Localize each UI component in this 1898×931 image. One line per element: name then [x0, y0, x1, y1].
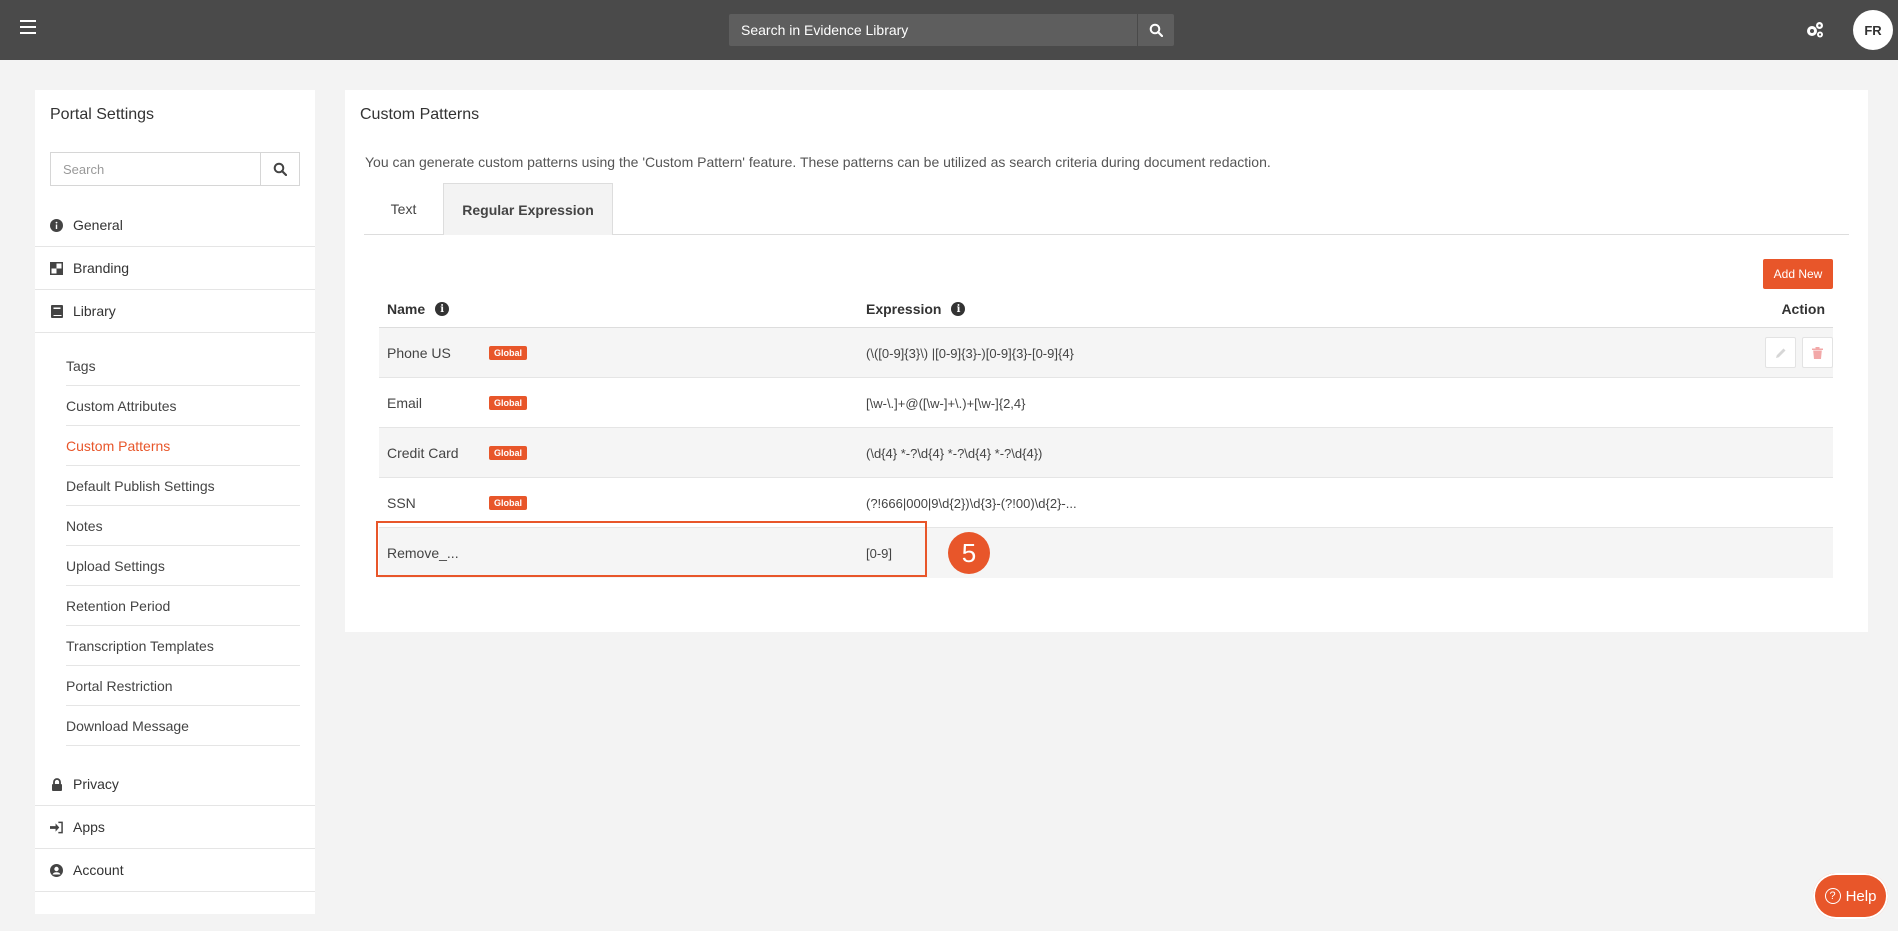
sidebar-item-portal-restriction[interactable]: Portal Restriction	[66, 666, 300, 706]
edit-button[interactable]	[1765, 337, 1796, 368]
global-badge: Global	[489, 446, 528, 460]
user-circle-icon	[50, 863, 63, 877]
settings-gears-icon[interactable]	[1804, 19, 1826, 41]
search-icon	[1149, 23, 1163, 37]
expression-column-header: Expression i	[866, 290, 966, 328]
column-header-label: Expression	[866, 301, 942, 317]
table-row[interactable]: SSN Global (?!666|000|9\d{2})\d{3}-(?!00…	[379, 478, 1833, 528]
name-column-header: Name i	[387, 290, 450, 328]
sidebar-item-download-message[interactable]: Download Message	[66, 706, 300, 746]
sidebar-item-label: Branding	[73, 260, 130, 276]
pattern-expression: [\w-\.]+@([\w-]+\.)+[\w-]{2,4}	[866, 395, 1026, 411]
menu-hamburger-icon[interactable]	[20, 20, 36, 36]
pattern-name: Remove_...	[387, 545, 459, 561]
table-row[interactable]: Email Global [\w-\.]+@([\w-]+\.)+[\w-]{2…	[379, 378, 1833, 428]
sidebar-item-default-publish-settings[interactable]: Default Publish Settings	[66, 466, 300, 506]
sidebar-item-notes[interactable]: Notes	[66, 506, 300, 546]
step-number-badge: 5	[948, 532, 990, 574]
sidebar-item-library[interactable]: Library	[35, 290, 315, 333]
pattern-name: Phone US	[387, 345, 451, 361]
search-icon	[273, 162, 287, 176]
global-search-input[interactable]	[729, 14, 1137, 46]
pattern-expression: (\([0-9]{3}\) |[0-9]{3}-)[0-9]{3}-[0-9]{…	[866, 345, 1074, 361]
sidebar-title: Portal Settings	[50, 106, 155, 123]
pattern-name: Email	[387, 395, 423, 411]
user-avatar[interactable]: FR	[1853, 10, 1893, 50]
sidebar-search-button[interactable]	[260, 153, 299, 185]
custom-patterns-panel: Custom Patterns You can generate custom …	[345, 90, 1868, 632]
delete-button[interactable]	[1802, 337, 1833, 368]
sidebar-item-upload-settings[interactable]: Upload Settings	[66, 546, 300, 586]
sign-in-icon	[50, 821, 63, 834]
table-row[interactable]: Phone US Global (\([0-9]{3}\) |[0-9]{3}-…	[379, 328, 1833, 378]
sidebar-item-privacy[interactable]: Privacy	[35, 763, 315, 806]
global-search	[729, 14, 1174, 46]
trash-icon	[1812, 346, 1823, 359]
sidebar-item-custom-attributes[interactable]: Custom Attributes	[66, 386, 300, 426]
table-row[interactable]: Remove_... [0-9]	[379, 528, 1833, 578]
global-badge: Global	[489, 346, 528, 360]
branding-icon	[50, 261, 63, 275]
tab-text[interactable]: Text	[364, 183, 443, 235]
sidebar-item-custom-patterns[interactable]: Custom Patterns	[66, 426, 300, 466]
sidebar-item-label: Library	[73, 303, 116, 319]
column-header-label: Name	[387, 301, 426, 317]
sidebar-item-label: Apps	[73, 819, 105, 835]
pencil-icon	[1775, 348, 1785, 358]
info-circle-icon	[50, 218, 63, 232]
table-row[interactable]: Credit Card Global (\d{4} *-?\d{4} *-?\d…	[379, 428, 1833, 478]
sidebar-item-account[interactable]: Account	[35, 849, 315, 892]
sidebar-item-general[interactable]: General	[35, 204, 315, 247]
pattern-expression: (?!666|000|9\d{2})\d{3}-(?!00)\d{2}-...	[866, 495, 1077, 511]
sidebar-item-tags[interactable]: Tags	[66, 346, 300, 386]
add-new-button[interactable]: Add New	[1763, 259, 1833, 289]
sidebar-item-label: General	[73, 217, 123, 233]
page-description: You can generate custom patterns using t…	[365, 154, 1271, 170]
action-column-header: Action	[1781, 301, 1825, 317]
top-navigation-bar: FR	[0, 0, 1898, 60]
sidebar-search	[50, 152, 300, 186]
sidebar-item-retention-period[interactable]: Retention Period	[66, 586, 300, 626]
global-badge: Global	[489, 396, 528, 410]
sidebar-search-input[interactable]	[51, 153, 260, 185]
question-icon: ?	[1824, 888, 1841, 904]
pattern-name: SSN	[387, 495, 416, 511]
info-icon[interactable]: i	[435, 302, 450, 316]
pattern-expression: (\d{4} *-?\d{4} *-?\d{4} *-?\d{4})	[866, 445, 1043, 461]
pattern-name: Credit Card	[387, 445, 459, 461]
sidebar-item-transcription-templates[interactable]: Transcription Templates	[66, 626, 300, 666]
lock-icon	[50, 777, 63, 791]
sidebar-item-label: Privacy	[73, 776, 119, 792]
table-header: Name i Expression i Action	[379, 290, 1833, 328]
info-icon[interactable]: i	[951, 302, 966, 316]
sidebar-item-apps[interactable]: Apps	[35, 806, 315, 849]
help-label: Help	[1845, 887, 1877, 905]
sidebar-item-label: Account	[73, 862, 124, 878]
book-icon	[50, 304, 63, 318]
help-button[interactable]: ? Help	[1813, 873, 1888, 919]
global-search-button[interactable]	[1137, 14, 1174, 46]
sidebar-item-branding[interactable]: Branding	[35, 247, 315, 290]
pattern-expression: [0-9]	[866, 545, 893, 561]
tab-regular-expression[interactable]: Regular Expression	[443, 183, 613, 235]
page-title: Custom Patterns	[360, 106, 480, 123]
global-badge: Global	[489, 496, 528, 510]
pattern-type-tabs: Text Regular Expression	[364, 183, 1849, 235]
settings-sidebar: Portal Settings General Branding Library…	[35, 90, 315, 914]
